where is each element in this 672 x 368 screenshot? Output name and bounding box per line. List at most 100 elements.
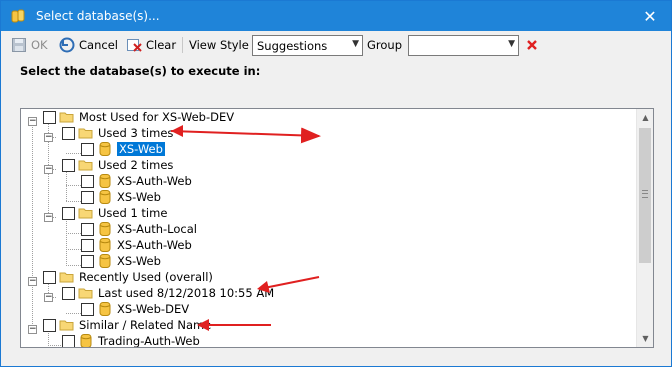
scroll-thumb[interactable] bbox=[639, 128, 651, 263]
node-label: XS-Web bbox=[117, 190, 161, 204]
node-label: Used 2 times bbox=[98, 158, 174, 172]
delete-icon bbox=[527, 40, 537, 50]
database-icon bbox=[99, 302, 111, 316]
save-icon bbox=[12, 38, 26, 52]
cancel-button[interactable]: Cancel bbox=[59, 35, 118, 55]
expander-minus-icon[interactable]: − bbox=[28, 325, 37, 334]
node-label: XS-Web bbox=[116, 141, 166, 157]
group-dropdown[interactable]: ▼ bbox=[408, 35, 519, 56]
tree-node-used-3-times[interactable]: Used 3 times bbox=[62, 125, 173, 141]
close-window-button[interactable]: ✕ bbox=[629, 1, 671, 31]
tree-node-used-1-time[interactable]: Used 1 time bbox=[62, 205, 167, 221]
folder-icon bbox=[78, 128, 93, 139]
database-icon bbox=[99, 174, 111, 188]
folder-icon bbox=[59, 320, 74, 331]
group-text: Group bbox=[367, 38, 403, 52]
toolbar-separator bbox=[182, 37, 183, 53]
close-icon: ✕ bbox=[643, 6, 657, 26]
database-app-icon bbox=[11, 9, 25, 23]
node-label: Used 3 times bbox=[98, 126, 174, 140]
select-database-dialog: Select database(s)... ✕ OK Cancel Clear … bbox=[0, 0, 672, 367]
folder-icon bbox=[78, 288, 93, 299]
expander-minus-icon[interactable]: − bbox=[44, 133, 53, 142]
database-icon bbox=[99, 254, 111, 268]
clear-label: Clear bbox=[146, 38, 177, 52]
scroll-down-icon[interactable]: ▼ bbox=[637, 330, 653, 347]
checkbox[interactable] bbox=[62, 334, 75, 347]
tree-node-xs-web[interactable]: XS-Web bbox=[81, 189, 161, 205]
checkbox[interactable] bbox=[81, 302, 94, 316]
view-style-value: Suggestions bbox=[257, 39, 328, 53]
node-label: XS-Web bbox=[117, 254, 161, 268]
checkbox[interactable] bbox=[81, 254, 94, 268]
expander-minus-icon[interactable]: − bbox=[44, 165, 53, 174]
database-icon bbox=[99, 222, 111, 236]
node-label: Similar / Related Name bbox=[79, 318, 212, 332]
folder-icon bbox=[78, 160, 93, 171]
tree-node-most-used[interactable]: Most Used for XS-Web-DEV bbox=[43, 109, 234, 125]
vertical-scrollbar[interactable]: ▲ ▼ bbox=[636, 109, 653, 347]
tree-node-last-used[interactable]: Last used 8/12/2018 10:55 AM bbox=[62, 285, 274, 301]
checkbox[interactable] bbox=[43, 110, 56, 124]
view-style-text: View Style bbox=[189, 38, 249, 52]
database-icon bbox=[80, 334, 92, 347]
folder-icon bbox=[59, 272, 74, 283]
clear-icon bbox=[127, 39, 142, 52]
expander-minus-icon[interactable]: − bbox=[28, 277, 37, 286]
tree-node-xs-web[interactable]: XS-Web bbox=[81, 253, 161, 269]
tree-node-xs-web[interactable]: XS-Web bbox=[81, 141, 166, 157]
database-icon bbox=[99, 190, 111, 204]
instruction-text: Select the database(s) to execute in: bbox=[20, 64, 261, 78]
tree-node-similar-related[interactable]: Similar / Related Name bbox=[43, 317, 211, 333]
scroll-up-icon[interactable]: ▲ bbox=[637, 109, 653, 126]
toolbar: OK Cancel Clear View Style Suggestions ▼… bbox=[1, 31, 671, 59]
checkbox[interactable] bbox=[43, 270, 56, 284]
expander-minus-icon[interactable]: − bbox=[28, 117, 37, 126]
node-label: Trading-Auth-Web bbox=[98, 334, 200, 348]
node-label: Recently Used (overall) bbox=[79, 270, 213, 284]
node-label: Used 1 time bbox=[98, 206, 168, 220]
checkbox[interactable] bbox=[62, 126, 75, 140]
ok-label: OK bbox=[31, 38, 48, 52]
title-bar: Select database(s)... ✕ bbox=[1, 1, 671, 31]
node-label: Most Used for XS-Web-DEV bbox=[79, 110, 235, 124]
clear-button[interactable]: Clear bbox=[126, 35, 176, 55]
node-label: XS-Auth-Local bbox=[117, 222, 197, 236]
checkbox[interactable] bbox=[81, 142, 94, 156]
checkbox[interactable] bbox=[81, 222, 94, 236]
tree-node-xs-auth-web[interactable]: XS-Auth-Web bbox=[81, 237, 192, 253]
view-style-dropdown[interactable]: Suggestions ▼ bbox=[252, 35, 363, 56]
tree-node-xs-web-dev[interactable]: XS-Web-DEV bbox=[81, 301, 189, 317]
tree-node-xs-auth-web[interactable]: XS-Auth-Web bbox=[81, 173, 192, 189]
checkbox[interactable] bbox=[81, 174, 94, 188]
database-icon bbox=[99, 238, 111, 252]
tree-node-recently-used[interactable]: Recently Used (overall) bbox=[43, 269, 213, 285]
checkbox[interactable] bbox=[62, 206, 75, 220]
database-icon bbox=[99, 142, 111, 156]
database-tree[interactable]: − − − − − − − Most Used for XS-Web-DEV U… bbox=[20, 108, 654, 348]
node-label: XS-Auth-Web bbox=[117, 238, 192, 252]
expander-minus-icon[interactable]: − bbox=[44, 213, 53, 222]
ok-button[interactable]: OK bbox=[11, 35, 48, 55]
checkbox[interactable] bbox=[62, 286, 75, 300]
tree-node-trading-auth-web[interactable]: Trading-Auth-Web bbox=[62, 333, 200, 348]
clear-group-button[interactable] bbox=[526, 35, 538, 55]
checkbox[interactable] bbox=[81, 238, 94, 252]
tree-node-xs-auth-local[interactable]: XS-Auth-Local bbox=[81, 221, 197, 237]
node-label: Last used 8/12/2018 10:55 AM bbox=[98, 286, 275, 300]
undo-icon bbox=[59, 37, 75, 53]
node-label: XS-Auth-Web bbox=[117, 174, 192, 188]
chevron-down-icon: ▼ bbox=[508, 39, 515, 49]
checkbox[interactable] bbox=[62, 158, 75, 172]
group-label: Group bbox=[367, 35, 402, 55]
checkbox[interactable] bbox=[43, 318, 56, 332]
expander-minus-icon[interactable]: − bbox=[44, 293, 53, 302]
view-style-label: View Style bbox=[189, 35, 249, 55]
cancel-label: Cancel bbox=[79, 38, 118, 52]
window-title: Select database(s)... bbox=[36, 9, 160, 23]
folder-icon bbox=[78, 208, 93, 219]
node-label: XS-Web-DEV bbox=[117, 302, 190, 316]
checkbox[interactable] bbox=[81, 190, 94, 204]
chevron-down-icon: ▼ bbox=[352, 39, 359, 49]
tree-node-used-2-times[interactable]: Used 2 times bbox=[62, 157, 173, 173]
